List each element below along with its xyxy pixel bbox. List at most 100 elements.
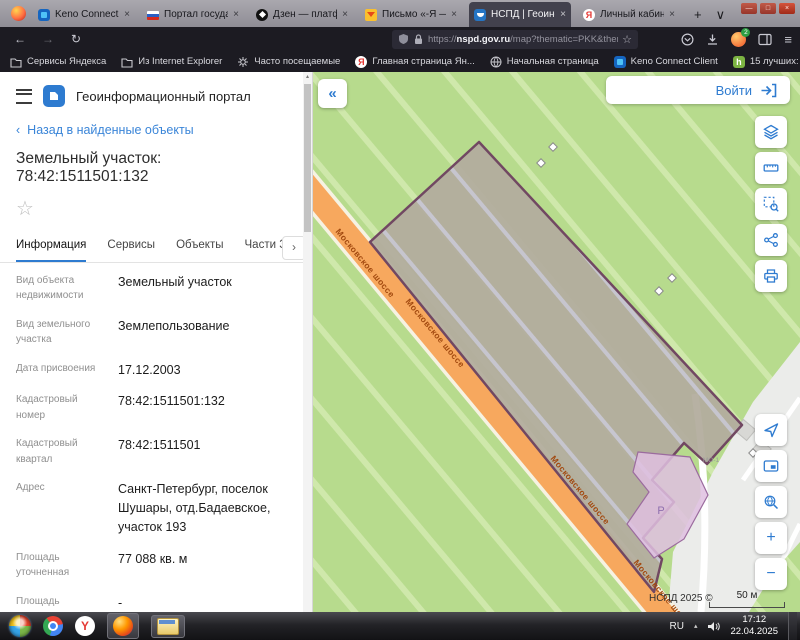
tab-label: Портал государстве... [164, 9, 229, 20]
firefox-taskbar-icon[interactable] [107, 613, 139, 639]
select-area-button[interactable] [755, 188, 787, 220]
collapse-panel-button[interactable]: « [318, 79, 347, 108]
zoom-out-button[interactable]: − [755, 558, 787, 590]
browser-tab[interactable]: Дзен — платформ... × [251, 2, 353, 27]
measure-ruler-button[interactable] [755, 152, 787, 184]
tab-label: НСПД | Геоинформ... [491, 9, 555, 20]
pocket-icon[interactable] [681, 32, 694, 46]
nav-actions: 2 ≡ [681, 27, 792, 51]
tab-strip: Keno Connect Client × Портал государстве… [33, 2, 732, 27]
bookmark-item[interactable]: h 15 лучших: Архитекту... [732, 55, 800, 68]
bookmark-star-icon[interactable]: ☆ [622, 33, 632, 46]
bookmark-item[interactable]: Из Internet Explorer [121, 56, 222, 68]
map-nav-tools: + − [755, 414, 787, 590]
search-globe-button[interactable] [755, 486, 787, 518]
tab-objects[interactable]: Объекты [176, 235, 223, 262]
maximize-button[interactable]: □ [760, 3, 776, 14]
download-icon[interactable] [706, 33, 719, 46]
desktop: Keno Connect Client × Портал государстве… [0, 0, 800, 640]
keno-tab-icon [38, 8, 50, 21]
map-canvas[interactable]: Р Московское шоссе Московское шоссе Моск… [313, 72, 800, 612]
tab-close-icon[interactable]: × [451, 9, 457, 20]
bookmark-item[interactable]: Сервисы Яндекса [10, 56, 106, 68]
globe-icon [490, 56, 502, 67]
account-badge: 2 [741, 27, 751, 37]
tab-label: Личный кабинет «П... [600, 9, 665, 20]
tab-close-icon[interactable]: × [669, 9, 675, 20]
panel-tabs: Информация Сервисы Объекты Части ЗУ Сост… [0, 235, 312, 263]
info-row: Площадь декларированная- [16, 595, 123, 613]
keno-icon [613, 55, 626, 68]
account-icon[interactable]: 2 [731, 27, 751, 47]
close-button[interactable]: × [779, 3, 795, 14]
scrollbar-thumb[interactable] [304, 84, 311, 232]
field-list: Вид объекта недвижимости Земельный участо… [0, 263, 312, 613]
minimap-button[interactable] [755, 450, 787, 482]
back-icon[interactable]: ← [8, 27, 32, 51]
print-button[interactable] [755, 260, 787, 292]
tab-close-icon[interactable]: × [560, 9, 566, 20]
tab-services[interactable]: Сервисы [107, 235, 155, 262]
bookmark-item[interactable]: Начальная страница [490, 56, 599, 68]
scroll-up-icon[interactable]: ▴ [303, 72, 312, 82]
map-tools [755, 116, 787, 292]
yandex-icon: Я [355, 55, 368, 68]
firefox-logo-icon [113, 616, 133, 636]
menu-icon[interactable]: ≡ [784, 32, 792, 47]
login-icon [761, 83, 777, 97]
hamburger-menu-icon[interactable] [16, 88, 32, 104]
nspd-tab-icon [474, 8, 486, 21]
my-location-button[interactable] [755, 414, 787, 446]
tab-list-button[interactable]: ∨ [716, 2, 726, 27]
browser-tab[interactable]: Письмо «-Я — прос... × [360, 2, 462, 27]
share-button[interactable] [755, 224, 787, 256]
tab-label: Keno Connect Client [55, 9, 119, 20]
map-view[interactable]: Р Московское шоссе Московское шоссе Моск… [313, 72, 800, 612]
info-row: Дата присвоения 17.12.2003 [16, 362, 181, 377]
sidebar-icon[interactable] [758, 33, 773, 46]
info-row: Вид земельного участка Землепользование [16, 318, 230, 346]
browser-nav-bar: ← → ↻ https://nspd.gov.ru/map?thematic=P… [0, 27, 800, 51]
reload-icon[interactable]: ↻ [64, 27, 88, 51]
chrome-taskbar-icon[interactable] [43, 616, 63, 636]
start-button[interactable] [9, 615, 31, 637]
layers-button[interactable] [755, 116, 787, 148]
browser-tab-bar: Keno Connect Client × Портал государстве… [0, 0, 800, 27]
gosuslugi-tab-icon [147, 10, 159, 20]
show-desktop-button[interactable] [788, 612, 797, 640]
minimize-button[interactable]: — [741, 3, 757, 14]
shield-icon[interactable] [398, 33, 409, 45]
plus-icon: + [766, 529, 776, 546]
url-bar[interactable]: https://nspd.gov.ru/map?thematic=PKK&the… [392, 29, 638, 49]
panel-scrollbar[interactable]: ▴ [303, 72, 312, 612]
tab-close-icon[interactable]: × [124, 9, 130, 20]
bookmark-item[interactable]: Часто посещаемые [237, 56, 340, 68]
bookmark-item[interactable]: Я Главная страница Ян... [355, 55, 475, 68]
new-tab-button[interactable]: + [694, 2, 702, 27]
bookmark-item[interactable]: Keno Connect Client [613, 55, 718, 68]
lock-icon[interactable] [413, 33, 424, 45]
browser-tab[interactable]: Keno Connect Client × [33, 2, 135, 27]
favorite-star-button[interactable]: ☆ [16, 199, 312, 219]
nspd-logo [43, 85, 65, 107]
map-attribution: НСПД 2025 © [649, 593, 713, 604]
browser-tab[interactable]: Я Личный кабинет «П... × [578, 2, 680, 27]
login-button[interactable]: Войти [606, 76, 790, 104]
tray-expand-icon[interactable]: ▴ [694, 622, 698, 630]
folder-icon [10, 57, 22, 68]
yandex-browser-taskbar-icon[interactable]: Y [75, 616, 95, 636]
taskbar-clock[interactable]: 17:12 22.04.2025 [730, 614, 778, 639]
language-indicator[interactable]: RU [669, 621, 683, 632]
media-taskbar-icon[interactable] [151, 614, 185, 638]
browser-tab-active[interactable]: НСПД | Геоинформ... × [469, 2, 571, 27]
tab-close-icon[interactable]: × [233, 9, 239, 20]
folder-icon [121, 57, 133, 68]
back-to-results-link[interactable]: ‹ Назад в найденные объекты [0, 107, 312, 137]
browser-tab[interactable]: Портал государстве... × [142, 2, 244, 27]
zoom-in-button[interactable]: + [755, 522, 787, 554]
info-row: Кадастровый номер 78:42:1511501:132 [16, 394, 225, 421]
tab-information[interactable]: Информация [16, 235, 86, 262]
tab-close-icon[interactable]: × [342, 9, 348, 20]
forward-icon[interactable]: → [36, 27, 60, 51]
volume-icon[interactable] [707, 621, 721, 632]
